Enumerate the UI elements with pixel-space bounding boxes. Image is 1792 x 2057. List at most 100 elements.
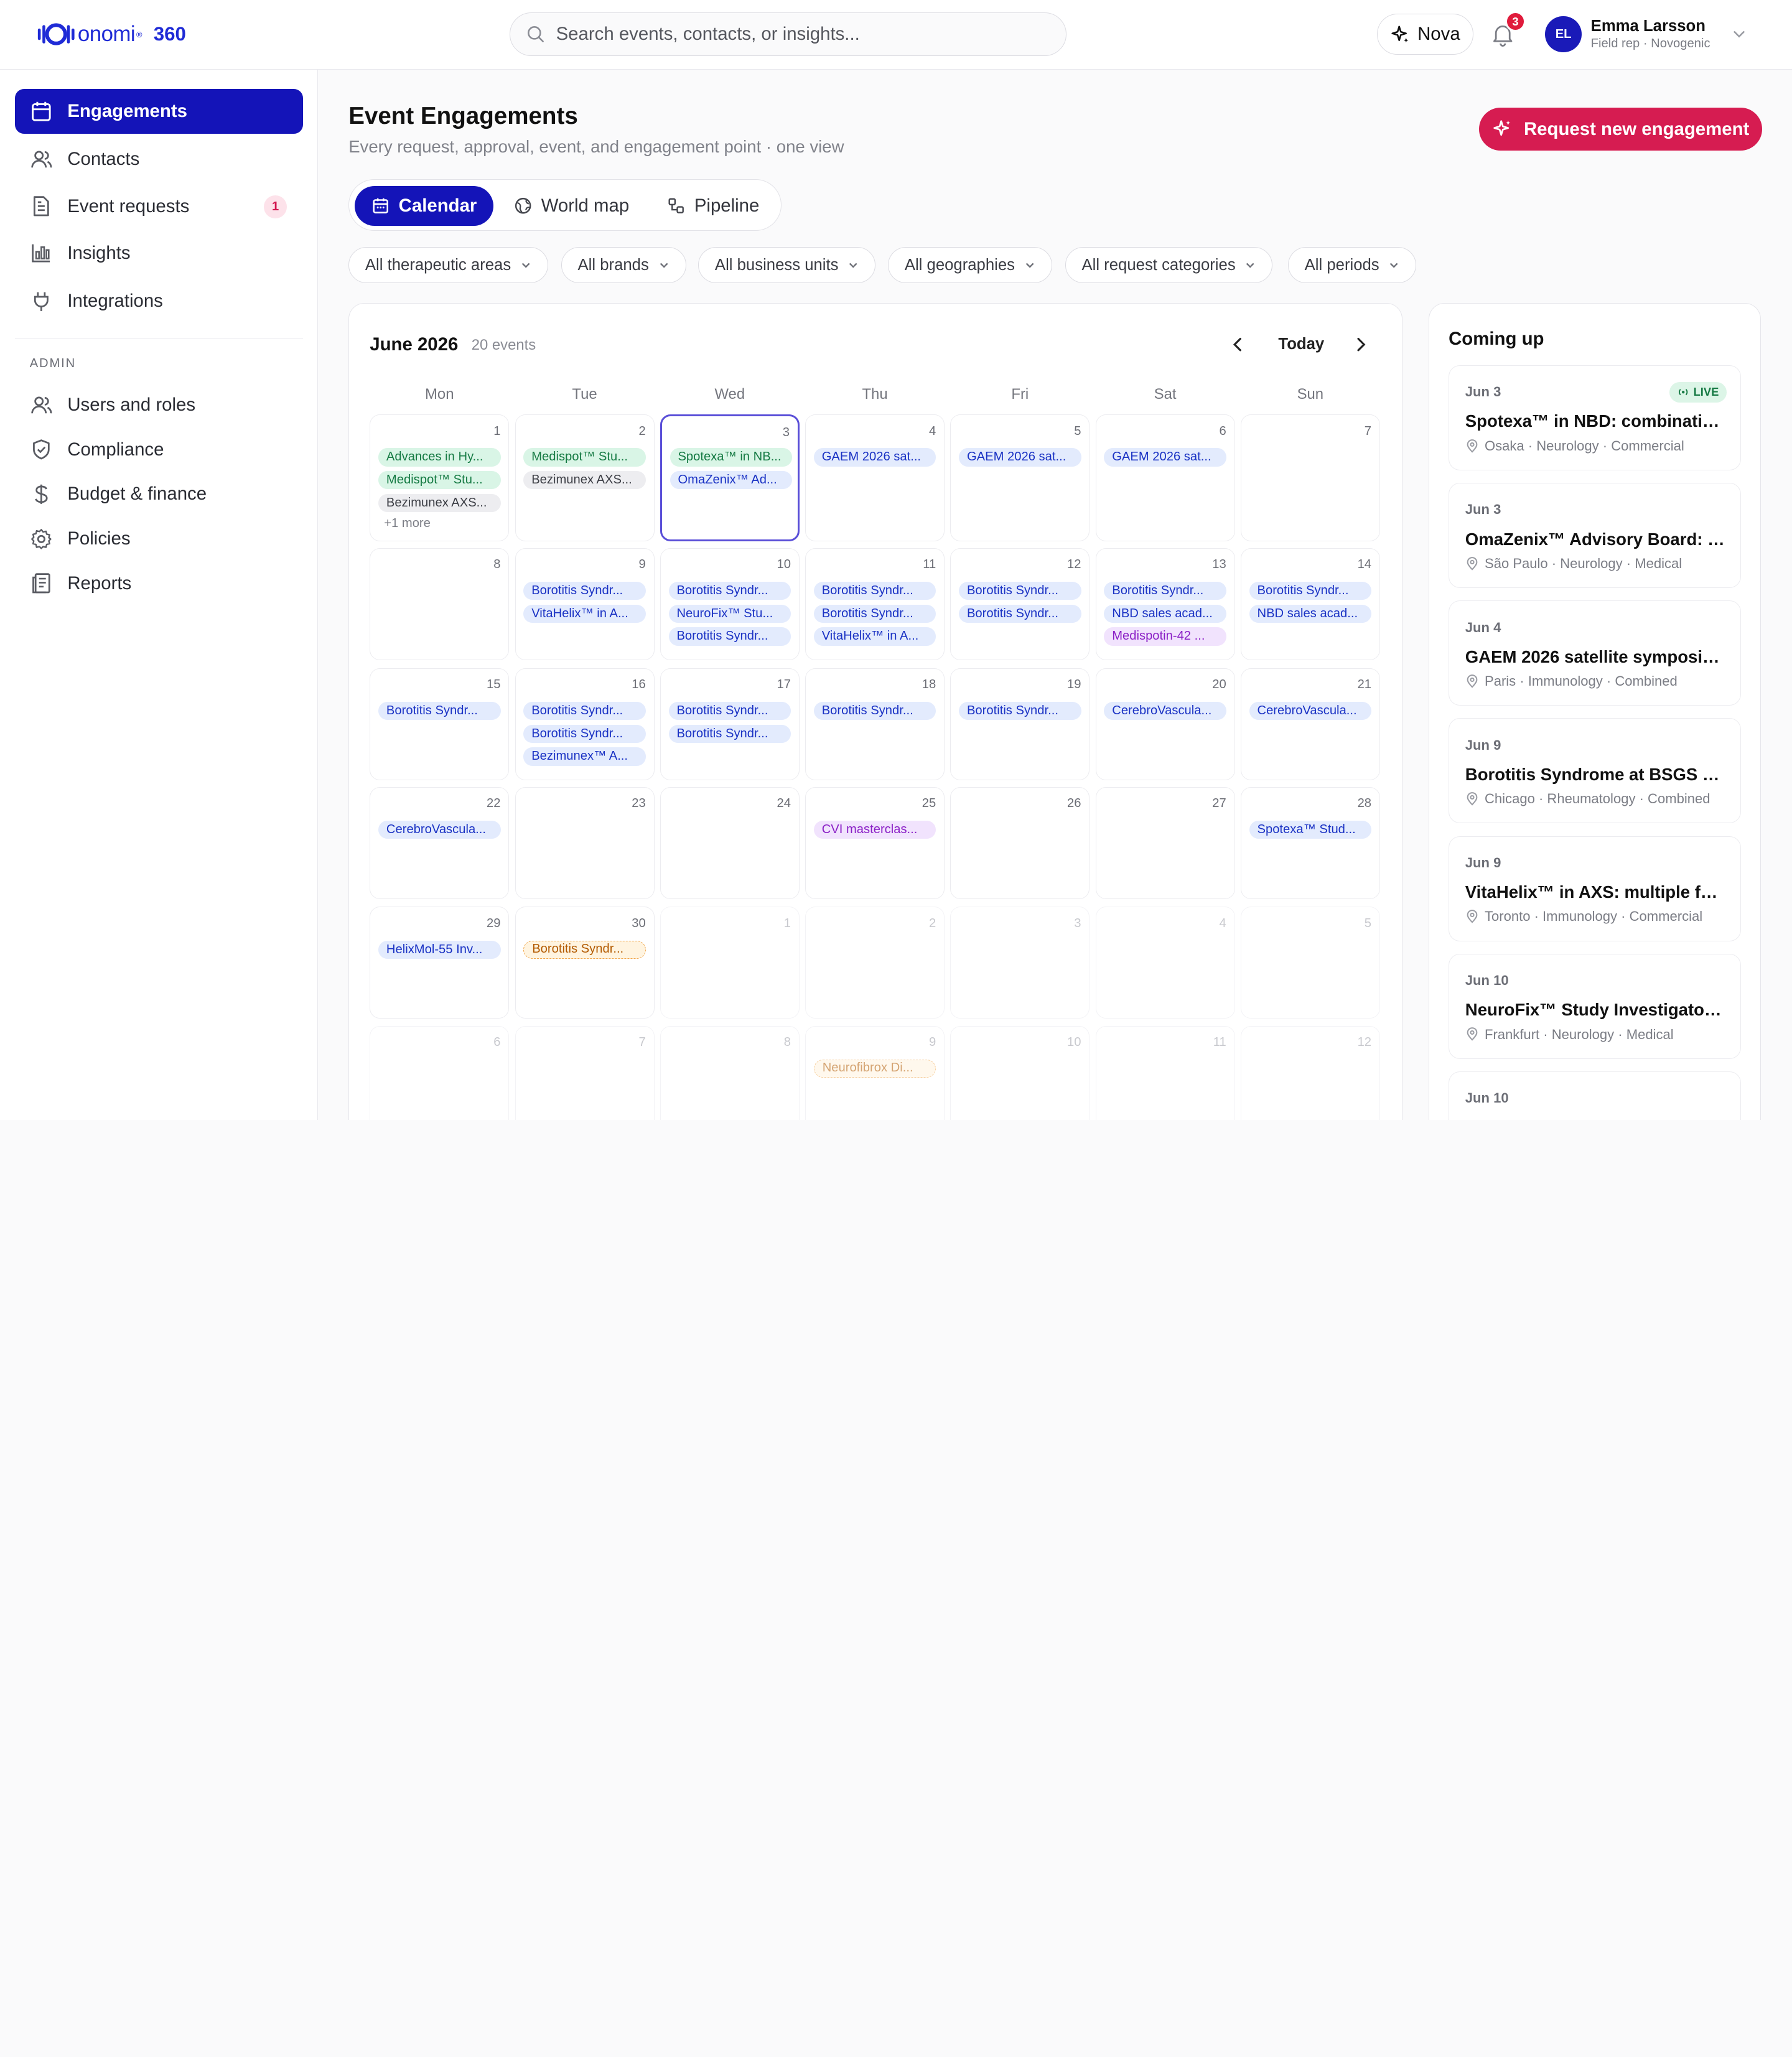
event-chip[interactable]: Bezimunex AXS...	[378, 493, 501, 512]
calendar-day[interactable]: 18 Borotitis Syndr...	[805, 668, 945, 780]
event-chip[interactable]: Medispotin-42 ...	[1104, 627, 1226, 646]
filter-business-units[interactable]: All business units	[698, 246, 876, 284]
calendar-day[interactable]: 8	[660, 1025, 800, 1120]
event-chip[interactable]: Borotitis Syndr...	[813, 604, 936, 623]
calendar-day[interactable]: 9 Borotitis Syndr... VitaHelix™ in A...	[515, 548, 655, 660]
event-chip[interactable]: Borotitis Syndr...	[1104, 582, 1226, 600]
calendar-day[interactable]: 22 CerebroVascula...	[370, 786, 510, 899]
calendar-day[interactable]: 1 Advances in Hy... Medispot™ Stu... Bezimu…	[370, 414, 510, 541]
calendar-day[interactable]: 6	[370, 1025, 510, 1120]
event-chip[interactable]: Borotitis Syndr...	[668, 582, 791, 600]
event-chip[interactable]: Medispot™ Stu...	[523, 448, 646, 467]
calendar-day[interactable]: 14 Borotitis Syndr... NBD sales acad...	[1240, 548, 1380, 660]
request-new-engagement-button[interactable]: Request new engagement	[1478, 107, 1763, 151]
calendar-day[interactable]: 24	[660, 786, 800, 899]
calendar-day[interactable]: 4	[1095, 907, 1235, 1019]
calendar-day[interactable]: 9 Neurofibrox Di...	[805, 1025, 945, 1120]
sidebar-item-users-and-roles[interactable]: Users and roles	[15, 383, 303, 427]
sidebar-item-reports[interactable]: Reports	[15, 561, 303, 606]
event-chip[interactable]: Medispot™ Stu...	[378, 470, 501, 490]
event-chip[interactable]: CerebroVascula...	[1104, 701, 1226, 721]
event-chip[interactable]: Bezimunex AXS...	[523, 470, 646, 490]
calendar-day[interactable]: 29 HelixMol-55 Inv...	[370, 907, 510, 1019]
calendar-day[interactable]: 7	[515, 1025, 655, 1120]
event-chip[interactable]: NBD sales acad...	[1104, 604, 1226, 623]
sidebar-item-budget-finance[interactable]: Budget & finance	[15, 472, 303, 517]
calendar-day[interactable]: 10 Borotitis Syndr... NeuroFix™ Stu... Boro…	[660, 548, 800, 660]
calendar-day[interactable]: 5 GAEM 2026 sat...	[950, 414, 1090, 541]
event-chip[interactable]: Borotitis Syndr...	[959, 582, 1081, 600]
event-chip[interactable]: HelixMol-55 Inv...	[378, 940, 501, 959]
calendar-day[interactable]: 30 Borotitis Syndr...	[515, 907, 655, 1019]
event-chip[interactable]: VitaHelix™ in A...	[813, 627, 936, 646]
event-chip[interactable]: Borotitis Syndr...	[523, 940, 646, 959]
chevron-down-icon[interactable]	[1732, 27, 1746, 41]
calendar-day[interactable]: 4 GAEM 2026 sat...	[805, 414, 945, 541]
upcoming-event-card[interactable]: Jun 3 LIVE Spotexa™ in NBD: combination...…	[1449, 365, 1742, 470]
event-chip[interactable]: Borotitis Syndr...	[523, 701, 646, 721]
calendar-day[interactable]: 10	[950, 1025, 1090, 1120]
tab-pipeline[interactable]: Pipeline	[651, 186, 775, 226]
calendar-day[interactable]: 19 Borotitis Syndr...	[950, 668, 1090, 780]
sidebar-item-insights[interactable]: Insights	[15, 231, 303, 276]
event-chip[interactable]: CerebroVascula...	[1249, 701, 1372, 721]
sidebar-item-event-requests[interactable]: Event requests 1	[15, 184, 303, 229]
event-chip[interactable]: NBD sales acad...	[1249, 604, 1372, 623]
more-events-link[interactable]: +1 more	[384, 516, 431, 531]
sidebar-item-contacts[interactable]: Contacts	[15, 137, 303, 182]
filter-periods[interactable]: All periods	[1287, 246, 1417, 284]
upcoming-event-card[interactable]: Jun 10	[1449, 1071, 1742, 1120]
calendar-day[interactable]: 17 Borotitis Syndr... Borotitis Syndr...	[660, 668, 800, 780]
event-chip[interactable]: NeuroFix™ Stu...	[668, 604, 791, 623]
calendar-day[interactable]: 15 Borotitis Syndr...	[370, 668, 510, 780]
upcoming-event-card[interactable]: Jun 9 VitaHelix™ in AXS: multiple for... T…	[1449, 836, 1742, 941]
calendar-day[interactable]: 23	[515, 786, 655, 899]
calendar-day[interactable]: 6 GAEM 2026 sat...	[1095, 414, 1235, 541]
event-chip[interactable]: Spotexa™ Stud...	[1249, 820, 1372, 839]
event-chip[interactable]: OmaZenix™ Ad...	[670, 471, 793, 490]
event-chip[interactable]: Borotitis Syndr...	[523, 724, 646, 743]
calendar-day[interactable]: 11 Borotitis Syndr... Borotitis Syndr... Vi…	[805, 548, 945, 660]
calendar-day[interactable]: 25 CVI masterclas...	[805, 786, 945, 899]
event-chip[interactable]: Borotitis Syndr...	[959, 701, 1081, 721]
filter-brands[interactable]: All brands	[561, 246, 686, 284]
calendar-day-today[interactable]: 3 Spotexa™ in NB... OmaZenix™ Ad...	[660, 414, 800, 541]
today-button[interactable]: Today	[1278, 335, 1324, 353]
event-chip[interactable]: Borotitis Syndr...	[668, 724, 791, 743]
sidebar-item-engagements[interactable]: Engagements	[14, 89, 303, 134]
upcoming-event-card[interactable]: Jun 4 GAEM 2026 satellite symposium Paris …	[1449, 600, 1742, 706]
event-chip[interactable]: Spotexa™ in NB...	[670, 448, 793, 467]
calendar-day[interactable]: 7	[1240, 414, 1380, 541]
sidebar-item-integrations[interactable]: Integrations	[15, 279, 303, 324]
event-chip[interactable]: CerebroVascula...	[378, 820, 501, 839]
event-chip[interactable]: Borotitis Syndr...	[1249, 582, 1372, 600]
global-search[interactable]	[510, 12, 1066, 56]
calendar-day[interactable]: 11	[1095, 1025, 1235, 1120]
event-chip[interactable]: CVI masterclas...	[813, 820, 936, 839]
upcoming-event-card[interactable]: Jun 9 Borotitis Syndrome at BSGS 20... Chi…	[1449, 718, 1742, 824]
event-chip[interactable]: Bezimunex™ A...	[523, 747, 646, 766]
calendar-day[interactable]: 1	[660, 907, 800, 1019]
nova-assistant-button[interactable]: Nova	[1377, 14, 1473, 55]
event-chip[interactable]: Borotitis Syndr...	[668, 701, 791, 721]
tab-calendar[interactable]: Calendar	[355, 185, 493, 226]
calendar-day[interactable]: 13 Borotitis Syndr... NBD sales acad... Med…	[1095, 548, 1235, 660]
event-chip[interactable]: Borotitis Syndr...	[813, 701, 936, 721]
calendar-day[interactable]: 28 Spotexa™ Stud...	[1240, 786, 1380, 899]
upcoming-event-card[interactable]: Jun 3 OmaZenix™ Advisory Board: lo... São …	[1449, 483, 1742, 589]
calendar-day[interactable]: 2 Medispot™ Stu... Bezimunex AXS...	[515, 414, 655, 541]
chevron-right-icon[interactable]	[1351, 335, 1370, 353]
event-chip[interactable]: Advances in Hy...	[378, 448, 501, 467]
calendar-day[interactable]: 16 Borotitis Syndr... Borotitis Syndr... Be…	[515, 668, 655, 780]
search-input[interactable]	[556, 24, 1066, 45]
event-chip[interactable]: GAEM 2026 sat...	[959, 448, 1081, 467]
event-chip[interactable]: Borotitis Syndr...	[959, 604, 1081, 623]
calendar-day[interactable]: 5	[1240, 907, 1380, 1019]
calendar-day[interactable]: 12	[1240, 1025, 1380, 1120]
avatar[interactable]: EL	[1545, 16, 1582, 53]
event-chip[interactable]: Borotitis Syndr...	[668, 627, 791, 646]
event-chip[interactable]: Borotitis Syndr...	[523, 582, 646, 600]
chevron-left-icon[interactable]	[1229, 335, 1247, 353]
sidebar-item-compliance[interactable]: Compliance	[15, 427, 303, 472]
event-chip[interactable]: GAEM 2026 sat...	[1104, 448, 1226, 467]
